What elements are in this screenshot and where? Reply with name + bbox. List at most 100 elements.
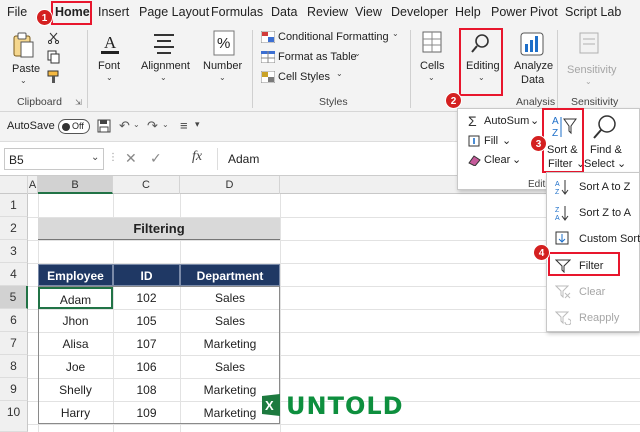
tab-developer[interactable]: Developer [391,5,448,19]
alignment-dropdown-icon[interactable]: ⌄ [160,73,167,82]
row-header-2[interactable]: 2 [0,217,28,240]
clear-button[interactable]: Clear [484,154,510,166]
confirm-entry-icon[interactable]: ✓ [150,150,162,167]
row-header-8[interactable]: 8 [0,355,28,378]
font-button[interactable]: Font [98,60,120,72]
tab-data[interactable]: Data [271,5,297,19]
name-box-dropdown-icon[interactable]: ⌄ [91,152,99,163]
clear-filter-item[interactable]: Clear [579,286,605,298]
cells-button[interactable]: Cells [420,60,444,72]
cell-id[interactable]: 108 [113,379,180,401]
number-dropdown-icon[interactable]: ⌄ [219,73,226,82]
cell-id[interactable]: 107 [113,333,180,355]
cell-id[interactable]: 106 [113,356,180,378]
cell-employee[interactable]: Shelly [38,379,113,401]
cell-department[interactable]: Sales [180,287,280,309]
column-header-b[interactable]: B [38,176,113,194]
column-header-c[interactable]: C [113,176,180,194]
tab-view[interactable]: View [355,5,382,19]
cell-id[interactable]: 105 [113,310,180,332]
reapply-item[interactable]: Reapply [579,312,619,324]
paste-dropdown-icon[interactable]: ⌄ [20,76,27,85]
alignment-button[interactable]: Alignment [141,60,190,72]
tab-power-pivot[interactable]: Power Pivot [491,5,558,19]
tab-formulas[interactable]: Formulas [211,5,263,19]
cell-styles-dropdown-icon[interactable]: ⌄ [336,69,343,78]
cells-dropdown-icon[interactable]: ⌄ [428,73,435,82]
row-header-5[interactable]: 5 [0,286,28,309]
tab-script-lab[interactable]: Script Lab [565,5,621,19]
find-select-dropdown-icon[interactable]: ⌄ [617,157,626,170]
insert-function-icon[interactable]: fx [192,149,202,165]
tab-help[interactable]: Help [455,5,481,19]
column-header-d[interactable]: D [180,176,280,194]
row-header-7[interactable]: 7 [0,332,28,355]
row-header-4[interactable]: 4 [0,263,28,286]
cancel-entry-icon[interactable]: ✕ [125,150,137,167]
copy-icon[interactable] [47,50,61,64]
header-id[interactable]: ID [113,264,180,286]
column-header-a[interactable]: A [28,176,38,194]
fill-dropdown-icon[interactable]: ⌄ [502,134,511,147]
undo-icon[interactable]: ↶ [119,118,130,134]
analyze-data-button[interactable]: Analyze [514,60,553,72]
cell-id[interactable]: 102 [113,287,180,309]
row-header-9[interactable]: 9 [0,378,28,401]
undo-dropdown-icon[interactable]: ⌄ [133,120,140,129]
tab-review[interactable]: Review [307,5,348,19]
autosum-dropdown-icon[interactable]: ⌄ [530,114,539,127]
sort-z-to-a-item[interactable]: Sort Z to A [579,207,631,219]
format-as-table-button[interactable]: Format as Table [278,51,357,63]
row-header-1[interactable]: 1 [0,194,28,217]
step-badge-3: 3 [530,135,547,152]
row-header-6[interactable]: 6 [0,309,28,332]
cell-employee[interactable]: Alisa [38,333,113,355]
cell-styles-button[interactable]: Cell Styles [278,71,330,83]
format-painter-icon[interactable] [47,70,61,84]
customize-dropdown-icon[interactable]: ▾ [195,119,200,130]
cell-department[interactable]: Sales [180,356,280,378]
clear-dropdown-icon[interactable]: ⌄ [512,153,521,166]
tab-file[interactable]: File [7,5,27,19]
cell-id[interactable]: 109 [113,402,180,424]
redo-dropdown-icon[interactable]: ⌄ [162,120,169,129]
cells-icon [422,31,442,53]
number-button[interactable]: Number [203,60,242,72]
cut-icon[interactable] [48,32,60,44]
cell-department[interactable]: Marketing [180,333,280,355]
fill-button[interactable]: Fill [484,135,498,147]
paste-button[interactable]: Paste [12,63,40,75]
customize-toolbar-icon[interactable]: ≡ [180,118,188,133]
font-dropdown-icon[interactable]: ⌄ [106,73,113,82]
sensitivity-button[interactable]: Sensitivity [567,64,617,76]
sensitivity-dropdown-icon[interactable]: ⌄ [585,77,592,86]
sheet-title[interactable]: Filtering [38,218,280,240]
tab-page-layout[interactable]: Page Layout [139,5,209,19]
redo-icon[interactable]: ↷ [147,118,158,134]
conditional-formatting-button[interactable]: Conditional Formatting [278,31,389,43]
font-icon: A [101,33,119,54]
cell-employee[interactable]: Harry [38,402,113,424]
conditional-formatting-dropdown-icon[interactable]: ⌄ [392,29,399,38]
sort-a-to-z-item[interactable]: Sort A to Z [579,181,630,193]
cell-department[interactable]: Sales [180,310,280,332]
custom-sort-item[interactable]: Custom Sort... [579,233,640,245]
cell-employee[interactable]: Joe [38,356,113,378]
find-select-button[interactable]: Find & [590,144,622,156]
row-header-3[interactable]: 3 [0,240,28,263]
header-department[interactable]: Department [180,264,280,286]
header-employee[interactable]: Employee [38,264,113,286]
save-icon[interactable] [97,119,111,133]
row-header-10[interactable]: 10 [0,401,28,432]
cell-employee[interactable]: Jhon [38,310,113,332]
format-as-table-dropdown-icon[interactable]: ⌄ [354,49,361,58]
clipboard-launcher-icon[interactable]: ⇲ [75,98,82,107]
name-box[interactable]: B5 ⌄ [4,148,104,170]
autosum-button[interactable]: AutoSum [484,115,529,127]
select-all-corner[interactable] [0,176,28,194]
cell-employee[interactable]: Adam [38,287,113,309]
autosave-toggle[interactable]: Off [58,119,90,134]
tab-insert[interactable]: Insert [98,5,129,19]
gridline [28,424,640,425]
formula-input[interactable]: Adam [217,148,457,170]
